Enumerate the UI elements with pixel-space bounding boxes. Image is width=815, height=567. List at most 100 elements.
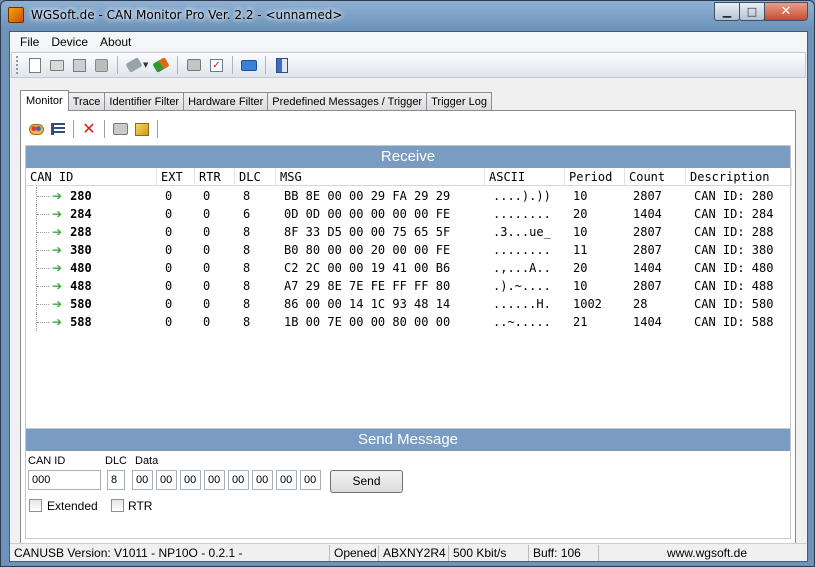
tab-trigger-log[interactable]: Trigger Log (426, 92, 492, 110)
menu-file[interactable]: File (14, 35, 45, 49)
tree-connector (36, 313, 50, 331)
save-as-icon[interactable] (92, 56, 110, 74)
ascii-cell: ........ (493, 207, 551, 221)
list-icon[interactable] (49, 120, 67, 138)
toolbar-grip[interactable] (16, 56, 19, 74)
data-byte-input[interactable]: 00 (156, 470, 177, 490)
table-row[interactable]: ➔ 288 0 0 8 8F 33 D5 00 00 75 65 5F .3...… (26, 223, 790, 241)
exit-door-icon[interactable] (273, 56, 291, 74)
close-button[interactable]: ✕ (764, 2, 808, 21)
disconnect-plug-icon[interactable] (125, 56, 143, 74)
col-can-id[interactable]: CAN ID (26, 167, 157, 186)
col-ext[interactable]: EXT (157, 167, 195, 186)
dlc-input[interactable]: 8 (107, 470, 125, 490)
tree-connector (36, 241, 50, 259)
count-cell: 2807 (633, 279, 662, 293)
menu-about[interactable]: About (94, 35, 137, 49)
ascii-cell: ....).)) (493, 189, 551, 203)
export-icon[interactable] (133, 120, 151, 138)
rtr-label: RTR (128, 499, 153, 513)
delete-icon[interactable]: ✕ (80, 120, 98, 138)
data-byte-input[interactable]: 00 (132, 470, 153, 490)
receive-header: Receive (26, 146, 790, 168)
msg-cell: 0D 0D 00 00 00 00 00 FE (284, 207, 451, 221)
msg-cell: BB 8E 00 00 29 FA 29 29 (284, 189, 451, 203)
palette-icon[interactable] (27, 120, 45, 138)
ext-cell: 0 (165, 207, 173, 221)
status-bar: CANUSB Version: V1011 - NP10O - 0.2.1 - … (10, 543, 807, 561)
table-row[interactable]: ➔ 488 0 0 8 A7 29 8E 7E FE FF FF 80 .).~.… (26, 277, 790, 295)
extended-checkbox[interactable] (29, 499, 42, 512)
col-period[interactable]: Period (565, 167, 625, 186)
data-byte-input[interactable]: 00 (252, 470, 273, 490)
col-rtr[interactable]: RTR (195, 167, 235, 186)
minimize-button[interactable]: ▁ (714, 2, 740, 21)
app-window: WGSoft.de - CAN Monitor Pro Ver. 2.2 - <… (0, 0, 815, 567)
col-msg[interactable]: MSG (276, 167, 485, 186)
can-id-label: CAN ID (28, 455, 66, 467)
ext-cell: 0 (165, 297, 173, 311)
table-row[interactable]: ➔ 580 0 0 8 86 00 00 14 1C 93 48 14 .....… (26, 295, 790, 313)
rtr-cell: 0 (203, 207, 211, 221)
dlc-cell: 8 (243, 279, 251, 293)
tab-hardware-filter[interactable]: Hardware Filter (183, 92, 269, 110)
receive-grid[interactable]: CAN ID EXT RTR DLC MSG ASCII Period Coun… (26, 167, 792, 428)
title-bar[interactable]: WGSoft.de - CAN Monitor Pro Ver. 2.2 - <… (1, 1, 814, 31)
save-icon[interactable] (70, 56, 88, 74)
table-row[interactable]: ➔ 380 0 0 8 B0 80 00 00 20 00 00 FE .....… (26, 241, 790, 259)
menu-device[interactable]: Device (45, 35, 94, 49)
new-document-icon[interactable] (26, 56, 44, 74)
toolbar-separator (104, 120, 105, 138)
send-button[interactable]: Send (330, 470, 403, 493)
print-icon[interactable] (185, 56, 203, 74)
can-id-value: 588 (70, 315, 92, 329)
connect-plug-icon[interactable] (152, 56, 170, 74)
col-ascii[interactable]: ASCII (485, 167, 565, 186)
count-cell: 2807 (633, 243, 662, 257)
status-website[interactable]: www.wgsoft.de (599, 545, 807, 561)
status-version: CANUSB Version: V1011 - NP10O - 0.2.1 - (10, 545, 330, 561)
can-id-value: 380 (70, 243, 92, 257)
data-byte-input[interactable]: 00 (276, 470, 297, 490)
col-count[interactable]: Count (625, 167, 686, 186)
description-cell: CAN ID: 284 (694, 207, 774, 221)
status-buffer: Buff: 106 (529, 545, 599, 561)
chevron-down-icon[interactable]: ▼ (143, 61, 148, 69)
data-byte-input[interactable]: 00 (204, 470, 225, 490)
table-row[interactable]: ➔ 480 0 0 8 C2 2C 00 00 19 41 00 B6 .,...… (26, 259, 790, 277)
can-id-cell: ➔ 284 (26, 205, 157, 223)
toolbar-separator (157, 120, 158, 138)
can-id-value: 284 (70, 207, 92, 221)
can-id-value: 488 (70, 279, 92, 293)
tab-trace[interactable]: Trace (67, 92, 106, 110)
print-icon[interactable] (111, 120, 129, 138)
maximize-button[interactable]: □ (739, 2, 765, 21)
tab-identifier-filter[interactable]: Identifier Filter (104, 92, 185, 110)
description-cell: CAN ID: 280 (694, 189, 774, 203)
table-row[interactable]: ➔ 588 0 0 8 1B 00 7E 00 00 80 00 00 ..~..… (26, 313, 790, 331)
msg-cell: 8F 33 D5 00 00 75 65 5F (284, 225, 451, 239)
receive-panel: Receive CAN ID EXT RTR DLC MSG ASCII Per… (25, 145, 792, 429)
data-byte-input[interactable]: 00 (228, 470, 249, 490)
arrow-right-icon: ➔ (52, 315, 63, 329)
menu-bar: File Device About (10, 32, 807, 51)
status-bitrate: 500 Kbit/s (449, 545, 529, 561)
rtr-cell: 0 (203, 243, 211, 257)
table-row[interactable]: ➔ 284 0 0 6 0D 0D 00 00 00 00 00 FE .....… (26, 205, 790, 223)
properties-icon[interactable]: ✓ (207, 56, 225, 74)
col-description[interactable]: Description (686, 167, 792, 186)
tab-monitor[interactable]: Monitor (20, 90, 69, 111)
period-cell: 11 (573, 243, 588, 257)
main-toolbar: ▼ ✓ (11, 52, 806, 78)
tab-predefined-messages[interactable]: Predefined Messages / Trigger (267, 92, 428, 110)
open-folder-icon[interactable] (48, 56, 66, 74)
rtr-checkbox[interactable] (111, 499, 124, 512)
table-row[interactable]: ➔ 280 0 0 8 BB 8E 00 00 29 FA 29 29 ....)… (26, 187, 790, 205)
arrow-right-icon: ➔ (52, 243, 63, 257)
data-byte-input[interactable]: 00 (300, 470, 321, 490)
col-dlc[interactable]: DLC (235, 167, 276, 186)
data-byte-input[interactable]: 00 (180, 470, 201, 490)
description-cell: CAN ID: 380 (694, 243, 774, 257)
keyboard-icon[interactable] (240, 56, 258, 74)
can-id-input[interactable]: 000 (28, 470, 101, 490)
